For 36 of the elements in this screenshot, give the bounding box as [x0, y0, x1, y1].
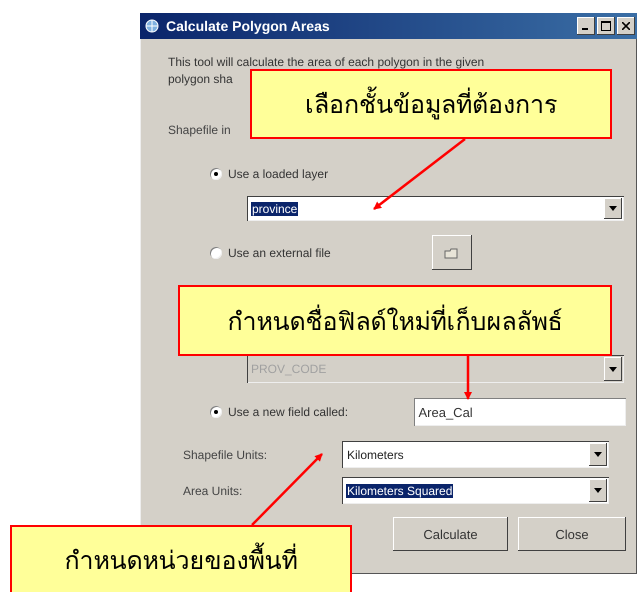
- dropdown-arrow-button[interactable]: [589, 443, 607, 466]
- close-icon: [622, 22, 630, 30]
- callout-note: กำหนดหน่วยของพื้นที่: [10, 525, 352, 592]
- window-title: Calculate Polygon Areas: [166, 18, 331, 34]
- minimize-button[interactable]: [577, 17, 595, 35]
- radio-label: Use an external file: [228, 246, 331, 260]
- section-label: Shapefile in: [168, 123, 231, 137]
- radio-button[interactable]: [210, 246, 222, 258]
- radio-label: Use a loaded layer: [228, 167, 328, 181]
- field-name-input[interactable]: Area_Cal: [414, 398, 626, 426]
- dropdown-arrow-button[interactable]: [589, 479, 607, 502]
- browse-button[interactable]: [432, 235, 472, 270]
- caret-icon: [609, 366, 617, 372]
- units-dropdown[interactable]: Kilometers Squared: [342, 477, 609, 504]
- callout-note: เลือกชั้นข้อมูลที่ต้องการ: [250, 69, 612, 139]
- radio-label: Use a new field called:: [228, 405, 348, 419]
- layer-dropdown[interactable]: province: [247, 196, 624, 221]
- units-label: Area Units:: [182, 484, 244, 498]
- caret-icon: [609, 206, 617, 211]
- folder-icon: [444, 246, 460, 258]
- maximize-button[interactable]: [597, 17, 615, 35]
- radio-button[interactable]: [210, 406, 222, 418]
- close-dialog-button[interactable]: Close: [518, 517, 626, 551]
- radio-button[interactable]: [210, 168, 222, 180]
- dropdown-arrow-button[interactable]: [604, 198, 622, 219]
- maximize-icon: [601, 21, 611, 31]
- description-text: This tool will calculate the area of each polygon in the given: [168, 55, 484, 69]
- arrow: [464, 356, 472, 400]
- description-text: polygon sha: [168, 72, 233, 86]
- caret-icon: [594, 452, 602, 457]
- caret-icon: [594, 488, 602, 493]
- callout-note: กำหนดชื่อฟิลด์ใหม่ที่เก็บผลลัพธ์: [178, 285, 612, 356]
- close-button[interactable]: [617, 17, 635, 35]
- units-dropdown[interactable]: Kilometers: [342, 441, 609, 468]
- units-label: Shapefile Units:: [182, 448, 268, 462]
- calculate-button[interactable]: Calculate: [393, 517, 508, 551]
